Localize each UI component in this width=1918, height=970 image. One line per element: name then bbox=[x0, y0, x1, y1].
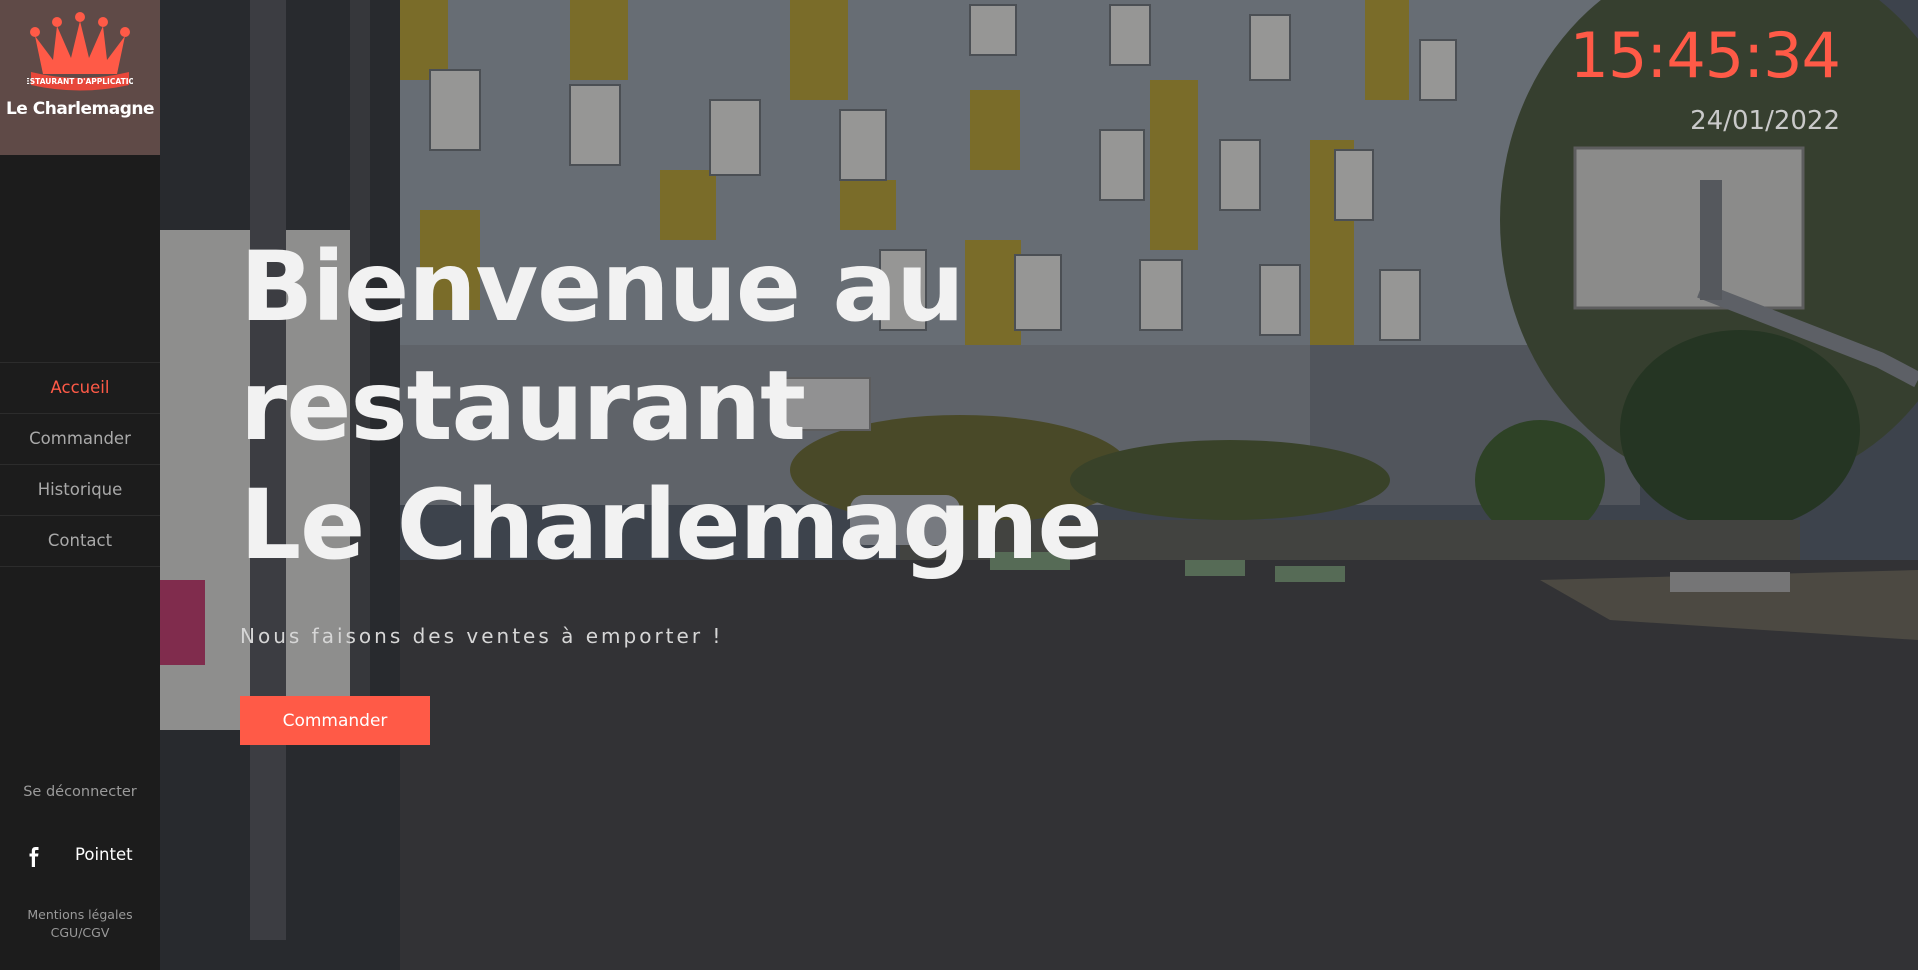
svg-text:RESTAURANT D'APPLICATION: RESTAURANT D'APPLICATION bbox=[27, 77, 133, 86]
hero-title: Bienvenue au restaurant Le Charlemagne bbox=[240, 228, 1140, 585]
terms-link[interactable]: CGU/CGV bbox=[0, 924, 160, 942]
nav-item-historique[interactable]: Historique bbox=[0, 465, 160, 516]
clock-date: 24/01/2022 bbox=[1690, 106, 1840, 136]
nav-item-commander[interactable]: Commander bbox=[0, 414, 160, 465]
logo[interactable]: RESTAURANT D'APPLICATION Le Charlemagne bbox=[0, 0, 160, 155]
legal-mentions-link[interactable]: Mentions légales bbox=[0, 906, 160, 924]
social-username[interactable]: Pointet bbox=[75, 845, 133, 864]
logout-link[interactable]: Se déconnecter bbox=[0, 784, 160, 800]
order-button[interactable]: Commander bbox=[240, 696, 430, 745]
facebook-icon[interactable] bbox=[26, 847, 42, 867]
nav-item-accueil[interactable]: Accueil bbox=[0, 363, 160, 414]
sidebar: RESTAURANT D'APPLICATION Le Charlemagne … bbox=[0, 0, 160, 970]
social-link[interactable]: Pointet bbox=[0, 844, 160, 870]
legal-links: Mentions légales CGU/CGV bbox=[0, 906, 160, 942]
hero-title-line-3: Le Charlemagne bbox=[240, 469, 1103, 581]
brand-name: Le Charlemagne bbox=[5, 99, 155, 119]
hero-title-line-2: restaurant bbox=[240, 350, 806, 462]
nav-item-contact[interactable]: Contact bbox=[0, 516, 160, 567]
hero-section: 15:45:34 24/01/2022 Bienvenue au restaur… bbox=[160, 0, 1918, 970]
hero-title-line-1: Bienvenue au bbox=[240, 231, 965, 343]
main-nav: Accueil Commander Historique Contact bbox=[0, 362, 160, 567]
crown-logo-icon: RESTAURANT D'APPLICATION bbox=[27, 12, 133, 91]
hero-subtitle: Nous faisons des ventes à emporter ! bbox=[240, 624, 724, 648]
clock-time: 15:45:34 bbox=[1569, 19, 1841, 92]
